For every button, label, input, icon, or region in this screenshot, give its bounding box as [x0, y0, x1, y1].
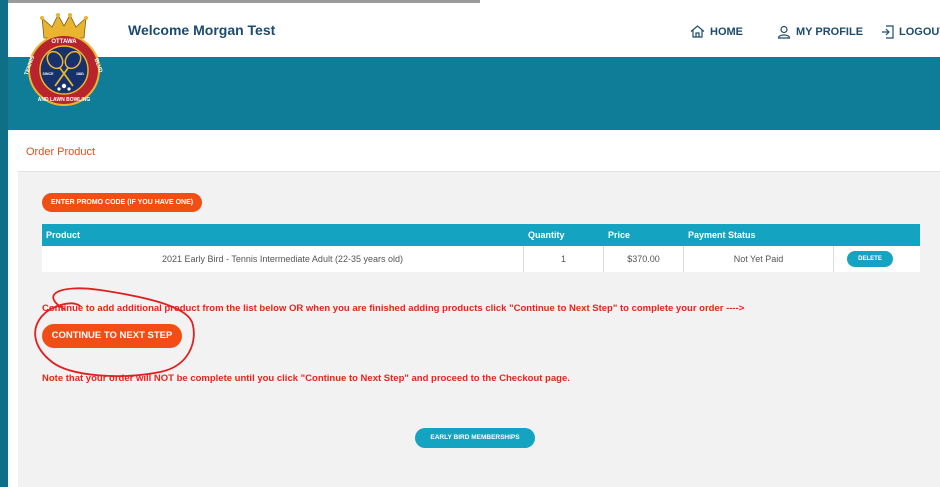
table-header: Product Quantity Price Payment Status: [42, 224, 920, 246]
header-product: Product: [46, 230, 81, 240]
header-payment-status: Payment Status: [688, 230, 756, 240]
nav-my-profile-label: MY PROFILE: [796, 26, 864, 38]
logo-year: 1881: [76, 72, 84, 76]
continue-next-step-button[interactable]: CONTINUE TO NEXT STEP: [42, 324, 182, 348]
table-row: 2021 Early Bird - Tennis Intermediate Ad…: [42, 246, 920, 272]
nav-home-label: HOME: [710, 25, 743, 38]
header-quantity: Quantity: [528, 230, 565, 240]
nav-logout-label: LOGOUT: [899, 26, 940, 38]
home-icon: [690, 25, 705, 38]
delete-button[interactable]: DELETE: [847, 251, 893, 267]
header-banner: [8, 57, 940, 130]
logo-since: SINCE: [43, 72, 55, 76]
logout-icon: [881, 25, 894, 39]
instruction-text: Continue to add additional product from …: [42, 303, 745, 314]
club-logo: OTTAWA TENNIS BLVD SINCE 1881 AND LAWN B…: [17, 10, 111, 106]
order-tab: Order Product: [18, 130, 940, 172]
nav-logout[interactable]: LOGOUT: [881, 25, 940, 39]
promo-code-button[interactable]: ENTER PROMO CODE (IF YOU HAVE ONE): [42, 193, 203, 212]
order-content: Order Product ENTER PROMO CODE (IF YOU H…: [18, 130, 940, 487]
page-title: Order Product: [26, 146, 96, 158]
cell-quantity: 1: [524, 246, 604, 272]
cell-product: 2021 Early Bird - Tennis Intermediate Ad…: [42, 246, 524, 272]
early-bird-memberships-button[interactable]: EARLY BIRD MEMBERSHIPS: [415, 428, 535, 448]
completion-note: Note that your order will NOT be complet…: [42, 373, 570, 384]
nav-home[interactable]: HOME: [690, 25, 743, 38]
cell-price: $370.00: [604, 246, 684, 272]
nav-my-profile[interactable]: MY PROFILE: [777, 25, 863, 39]
user-icon: [777, 25, 791, 39]
cell-payment-status: Not Yet Paid: [684, 246, 834, 272]
order-table: Product Quantity Price Payment Status 20…: [42, 224, 920, 272]
logo-bottom-text: AND LAWN BOWLING: [38, 97, 91, 103]
left-accent-bar: [0, 0, 8, 487]
welcome-text: Welcome Morgan Test: [128, 22, 276, 38]
header-price: Price: [608, 230, 631, 240]
site-header: Welcome Morgan Test HOME MY PROFILE LOGO…: [8, 3, 940, 57]
logo-top-text: OTTAWA: [51, 39, 77, 45]
